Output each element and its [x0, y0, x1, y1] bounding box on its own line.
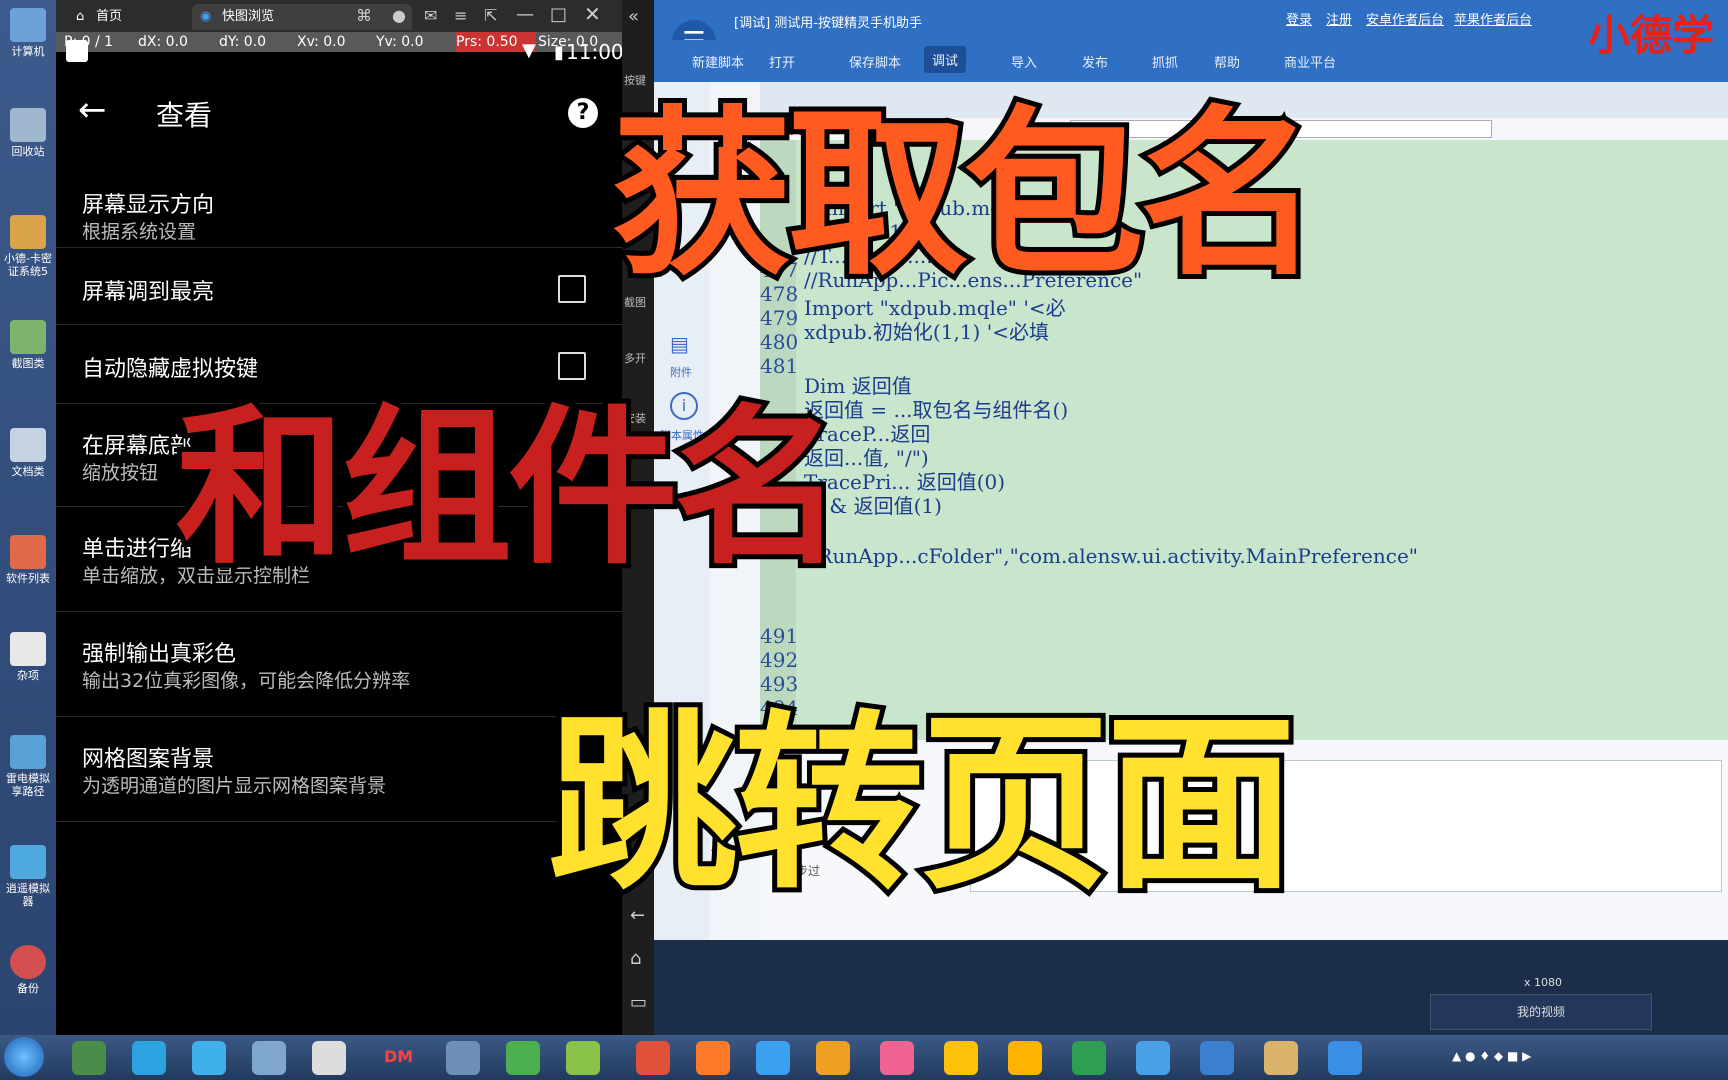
setting-row-true-color[interactable]: 强制输出真彩色 输出32位真彩图像，可能会降低分辨率 [56, 612, 622, 717]
document-icon [10, 428, 46, 462]
login-link[interactable]: 登录 [1286, 9, 1312, 28]
wifi-icon: ▼ [522, 40, 536, 61]
tool-icon-1[interactable] [944, 1041, 978, 1075]
pointer-dx: dX: 0.0 [138, 34, 188, 50]
collapse-icon[interactable]: « [628, 6, 639, 27]
folder-icon[interactable] [1264, 1041, 1298, 1075]
cloud-icon[interactable] [132, 1041, 166, 1075]
calculator-icon[interactable] [446, 1041, 480, 1075]
browser-icon[interactable] [816, 1041, 850, 1075]
resolution-label: x 1080 [1524, 976, 1563, 989]
desktop-icon-backup[interactable]: 备份 [4, 945, 52, 995]
control-panel-icon[interactable] [252, 1041, 286, 1075]
tab-home[interactable]: ⌂ 首页 [66, 4, 196, 30]
setting-row-brightness[interactable]: 屏幕调到最亮 [56, 248, 622, 325]
robot-icon[interactable] [1136, 1041, 1170, 1075]
minimize-icon[interactable]: — [516, 4, 534, 25]
back-arrow-icon[interactable]: ← [78, 90, 107, 130]
home-app-icon[interactable] [506, 1041, 540, 1075]
brightness-checkbox[interactable] [558, 275, 586, 303]
pointer-location-bar: P: 0 / 1 dX: 0.0 dY: 0.0 Xv: 0.0 Yv: 0.0… [56, 32, 622, 54]
home-icon: ⌂ [76, 9, 85, 24]
page-title: 查看 [156, 99, 213, 132]
pointer-xv: Xv: 0.0 [297, 34, 346, 50]
desktop-icon-recycle[interactable]: 回收站 [4, 108, 52, 158]
battery-icon: ▮ [554, 42, 564, 63]
external-icon[interactable]: ⇱ [484, 6, 497, 25]
app-icon: ◉ [200, 9, 212, 24]
disc-icon [10, 945, 46, 979]
phone-icon[interactable] [1328, 1041, 1362, 1075]
network-icon[interactable] [192, 1041, 226, 1075]
ide-title: [调试] 测试用-按键精灵手机助手 [734, 16, 922, 31]
gamepad-icon[interactable]: ⌘ [356, 6, 372, 25]
ide-title-bar: ☰ [调试] 测试用-按键精灵手机助手 登录 注册 安卓作者后台 苹果作者后台 [654, 0, 1728, 64]
register-link[interactable]: 注册 [1326, 9, 1352, 28]
android-author-link[interactable]: 安卓作者后台 [1366, 9, 1444, 28]
computer-icon [10, 8, 46, 42]
search-app-icon[interactable] [1200, 1041, 1234, 1075]
app-bar: ← 查看 ? [56, 80, 622, 150]
windows-taskbar: DM ▲ ● ♦ ◆ ■ ▶ [0, 1035, 1728, 1080]
nav-home-icon[interactable]: ⌂ [630, 948, 641, 969]
software-icon [10, 535, 46, 569]
recycle-bin-icon [10, 108, 46, 142]
pointer-dy: dY: 0.0 [219, 34, 267, 50]
setting-row-grid-bg[interactable]: 网格图案背景 为透明通道的图片显示网格图案背景 [56, 717, 622, 822]
task-icon[interactable] [756, 1041, 790, 1075]
mail-icon[interactable]: ✉ [424, 6, 437, 25]
desktop-icon-kami[interactable]: 小德-卡密证系统5 [4, 215, 52, 278]
images-icon [10, 320, 46, 354]
network-icon [10, 735, 46, 769]
emulator-tab-bar: ⌂ 首页 ◉ 快图浏览 × ⌘ ● ✉ ≡ ⇱ — □ ✕ [56, 0, 622, 32]
desktop-icon-screenshot[interactable]: 截图类 [4, 320, 52, 370]
taskbar-app-icon[interactable] [72, 1041, 106, 1075]
setting-row-orientation[interactable]: 屏幕显示方向 根据系统设置 [56, 165, 622, 248]
player-icon[interactable] [696, 1041, 730, 1075]
pointer-yv: Yv: 0.0 [376, 34, 424, 50]
caption-line-3: 跳转页面 [543, 689, 1301, 920]
desktop-icon-computer[interactable]: 计算机 [4, 8, 52, 58]
draw-icon[interactable] [312, 1041, 346, 1075]
user-icon[interactable]: ● [392, 6, 406, 25]
background-video-area: x 1080 我的视频 [654, 940, 1728, 1035]
brand-watermark: 小德学 [1588, 11, 1715, 60]
tool-icon-2[interactable] [1008, 1041, 1042, 1075]
desktop-icon-xiaoyao[interactable]: 逍遥模拟器 [4, 845, 52, 908]
dm-icon[interactable]: DM [384, 1047, 413, 1066]
caption-line-1: 获取包名 [607, 86, 1325, 305]
editor-icon[interactable] [566, 1041, 600, 1075]
start-button-icon[interactable] [4, 1037, 44, 1077]
globe-icon [10, 845, 46, 879]
desktop-icon-column: 计算机 回收站 小德-卡密证系统5 截图类 文档类 软件列表 杂项 雷电模拟享路… [0, 0, 56, 1035]
design-icon[interactable] [880, 1041, 914, 1075]
excel-icon[interactable] [1072, 1041, 1106, 1075]
desktop-icon-docs[interactable]: 文档类 [4, 428, 52, 478]
maximize-icon[interactable]: □ [550, 4, 567, 25]
git-icon[interactable] [636, 1041, 670, 1075]
misc-icon [10, 632, 46, 666]
nav-recents-icon[interactable]: ▭ [630, 992, 647, 1013]
tab-viewer[interactable]: ◉ 快图浏览 × [192, 4, 412, 30]
people-icon [10, 215, 46, 249]
desktop-icon-software[interactable]: 软件列表 [4, 535, 52, 585]
notification-icon [66, 40, 88, 62]
menu-icon[interactable]: ≡ [454, 6, 467, 25]
close-window-icon[interactable]: ✕ [584, 2, 601, 26]
my-video-label[interactable]: 我的视频 [1430, 994, 1652, 1030]
desktop-icon-ldplayer[interactable]: 雷电模拟享路径 [4, 735, 52, 798]
ios-author-link[interactable]: 苹果作者后台 [1454, 9, 1532, 28]
help-icon[interactable]: ? [568, 98, 598, 128]
desktop-icon-misc[interactable]: 杂项 [4, 632, 52, 682]
caption-line-2: 和组件名 [171, 385, 849, 593]
tray-icons[interactable]: ▲ ● ♦ ◆ ■ ▶ [1452, 1049, 1531, 1063]
